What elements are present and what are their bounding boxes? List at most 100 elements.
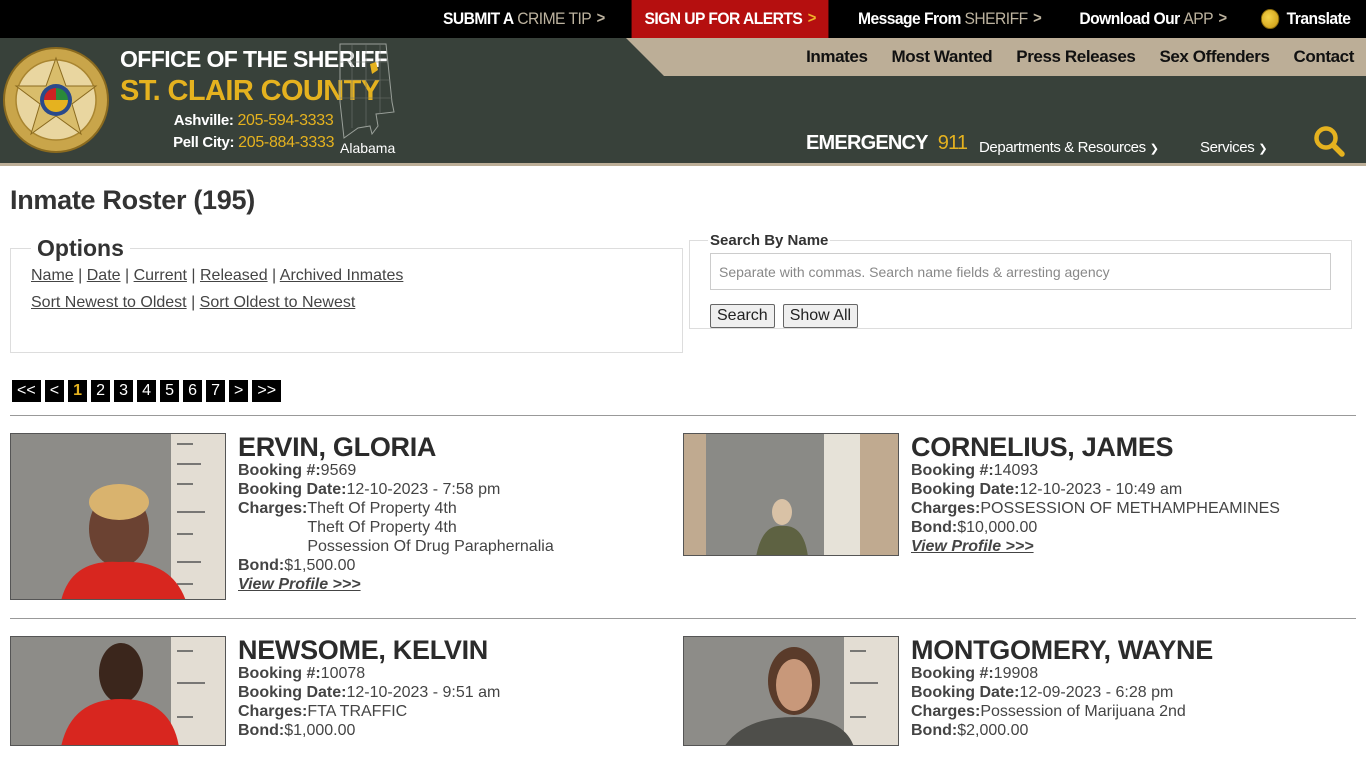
page-7[interactable]: 7 [206, 380, 226, 402]
translate-link[interactable]: Translate [1250, 0, 1362, 38]
inmate-grid: ERVIN, GLORIA Booking #:9569 Booking Dat… [10, 416, 1356, 618]
nav-most-wanted[interactable]: Most Wanted [892, 47, 993, 67]
message-from-sheriff-link[interactable]: Message From SHERIFF > [847, 0, 1052, 38]
page-1[interactable]: 1 [68, 380, 88, 402]
booking-number: 10078 [320, 665, 366, 682]
charges-list: Possession of Marijuana 2nd [980, 702, 1185, 721]
phone-label: Ashville: [173, 112, 234, 129]
filter-name[interactable]: Name [31, 267, 74, 284]
search-button[interactable]: Search [710, 304, 775, 328]
page-next[interactable]: > [229, 380, 249, 402]
download-app-link[interactable]: Download Our APP > [1068, 0, 1237, 38]
filter-current[interactable]: Current [134, 267, 187, 284]
page-prev[interactable]: < [44, 380, 65, 402]
inmate-info: CORNELIUS, JAMES Booking #:14093 Booking… [899, 433, 1280, 600]
label: Charges: [911, 500, 981, 517]
submit-crime-tip-link[interactable]: SUBMIT A CRIME TIP > [432, 0, 616, 38]
inmate-card: NEWSOME, KELVIN Booking #:10078 Booking … [10, 619, 683, 764]
chevron-right-icon: > [1218, 10, 1227, 27]
dropdown-label: Departments & Resources [979, 139, 1146, 156]
filter-date[interactable]: Date [87, 267, 121, 284]
inmate-card: MONTGOMERY, WAYNE Booking #:19908 Bookin… [683, 619, 1356, 764]
site-header: Inmates Most Wanted Press Releases Sex O… [0, 38, 1366, 166]
page-6[interactable]: 6 [183, 380, 203, 402]
label: Charges: [238, 703, 308, 720]
charge: Possession Of Drug Paraphernalia [307, 538, 554, 555]
label: Bond: [238, 722, 285, 739]
options-panel: Options Name | Date | Current | Released… [10, 235, 683, 353]
link-text: SUBMIT A [442, 9, 514, 28]
link-text: Message From [857, 9, 961, 28]
sort-oldest[interactable]: Sort Oldest to Newest [200, 294, 356, 311]
filter-archived[interactable]: Archived Inmates [280, 267, 404, 284]
phone-number[interactable]: 205-594-3333 [237, 112, 333, 129]
chevron-right-icon: > [596, 10, 605, 27]
services-dropdown[interactable]: Services ❯ [1200, 139, 1268, 156]
show-all-button[interactable]: Show All [782, 304, 859, 328]
main-content: Inmate Roster (195) Options Name | Date … [0, 185, 1366, 764]
page-first[interactable]: << [12, 380, 41, 402]
chevron-right-icon: > [1032, 10, 1042, 27]
mugshot-photo[interactable] [683, 433, 899, 556]
sign-up-alerts-link[interactable]: SIGN UP FOR ALERTS > [632, 0, 830, 38]
charge: POSSESSION OF METHAMPHEAMINES [980, 500, 1280, 517]
label: Bond: [911, 722, 958, 739]
page-5[interactable]: 5 [160, 380, 180, 402]
mugshot-photo[interactable] [683, 636, 899, 746]
sheriff-badge-logo[interactable] [2, 44, 110, 156]
main-nav: Inmates Most Wanted Press Releases Sex O… [794, 38, 1366, 76]
page-4[interactable]: 4 [137, 380, 157, 402]
label: Charges: [911, 703, 981, 720]
bond-amount: $2,000.00 [957, 722, 1029, 739]
inmate-info: NEWSOME, KELVIN Booking #:10078 Booking … [226, 636, 500, 746]
top-utility-bar: SUBMIT A CRIME TIP > SIGN UP FOR ALERTS … [0, 0, 1366, 38]
label: Booking #: [238, 462, 321, 479]
charges-list: FTA TRAFFIC [307, 702, 407, 721]
nav-sex-offenders[interactable]: Sex Offenders [1159, 47, 1269, 67]
link-text: Download Our [1079, 9, 1180, 28]
label: Booking #: [238, 665, 321, 682]
bond-amount: $1,000.00 [284, 722, 356, 739]
inmate-grid: NEWSOME, KELVIN Booking #:10078 Booking … [10, 619, 1356, 764]
nav-press-releases[interactable]: Press Releases [1016, 47, 1136, 67]
label: Charges: [238, 500, 308, 517]
page-2[interactable]: 2 [91, 380, 111, 402]
inmate-info: ERVIN, GLORIA Booking #:9569 Booking Dat… [226, 433, 554, 600]
charges-list: POSSESSION OF METHAMPHEAMINES [980, 499, 1280, 518]
page-3[interactable]: 3 [114, 380, 134, 402]
mugshot-photo[interactable] [10, 433, 226, 600]
mugshot-photo[interactable] [10, 636, 226, 746]
inmate-name: CORNELIUS, JAMES [911, 432, 1174, 462]
charges-list: Theft Of Property 4th Theft Of Property … [307, 499, 553, 556]
view-profile-link[interactable]: View Profile >>> [911, 538, 1034, 555]
link-text: SIGN UP FOR ALERTS [644, 9, 803, 28]
inmate-name: NEWSOME, KELVIN [238, 635, 489, 665]
filter-released[interactable]: Released [200, 267, 268, 284]
nav-contact[interactable]: Contact [1294, 47, 1355, 67]
phone-label: Pell City: [173, 134, 235, 151]
phone-number[interactable]: 205-884-3333 [238, 134, 334, 151]
chevron-down-icon: ❯ [1258, 143, 1268, 155]
search-input[interactable] [710, 253, 1331, 290]
search-icon[interactable] [1312, 124, 1346, 158]
booking-date: 12-10-2023 - 9:51 am [346, 684, 501, 701]
label: Booking #: [911, 462, 994, 479]
search-legend: Search By Name [710, 232, 829, 249]
booking-date: 12-10-2023 - 10:49 am [1019, 481, 1183, 498]
label: Booking Date: [911, 481, 1020, 498]
emergency-digits: 911 [937, 132, 968, 154]
bond-amount: $10,000.00 [957, 519, 1038, 536]
link-text: Translate [1286, 9, 1351, 28]
page-title: Inmate Roster (195) [10, 185, 255, 215]
pagination: << < 1 2 3 4 5 6 7 > >> [12, 380, 1356, 402]
inmate-card: CORNELIUS, JAMES Booking #:14093 Booking… [683, 416, 1356, 618]
page-last[interactable]: >> [252, 380, 282, 402]
sort-newest[interactable]: Sort Newest to Oldest [31, 294, 187, 311]
view-profile-link[interactable]: View Profile >>> [238, 576, 361, 593]
nav-inmates[interactable]: Inmates [806, 47, 868, 67]
inmate-card: ERVIN, GLORIA Booking #:9569 Booking Dat… [10, 416, 683, 618]
booking-date: 12-09-2023 - 6:28 pm [1019, 684, 1174, 701]
inmate-name: ERVIN, GLORIA [238, 432, 437, 462]
charge: Theft Of Property 4th [307, 519, 457, 536]
departments-dropdown[interactable]: Departments & Resources ❯ [979, 139, 1159, 156]
